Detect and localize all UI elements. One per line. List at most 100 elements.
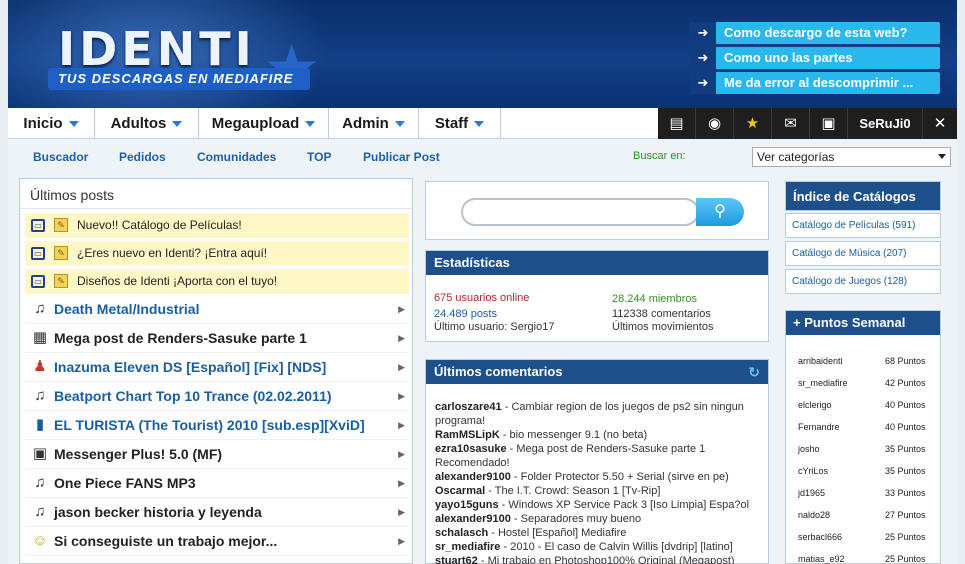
sub-link-pedidos[interactable]: Pedidos xyxy=(119,150,166,164)
comment-item[interactable]: schalasch - Hostel [Español] Mediafire xyxy=(435,526,765,540)
nav-label: Inicio xyxy=(23,115,63,132)
rank-row[interactable]: jd1965 33 Puntos xyxy=(798,488,928,502)
star-icon[interactable]: ★ xyxy=(734,108,772,139)
rank-row[interactable]: sr_mediafire 42 Puntos xyxy=(798,378,928,392)
stats-last-user[interactable]: Último usuario: Sergio17 xyxy=(434,320,554,334)
rank-user: sr_mediafire xyxy=(798,378,848,388)
comment-user: carloszare41 xyxy=(435,401,502,413)
sticky-post[interactable]: ▭ ✎ ¿Eres nuevo en Identi? ¡Entra aquí! xyxy=(25,241,409,266)
rank-row[interactable]: elclerigo 40 Puntos xyxy=(798,400,928,414)
comment-item[interactable]: stuart62 - Mi trabajo en Photoshop100% O… xyxy=(435,554,765,564)
nav-item-megaupload[interactable]: Megaupload xyxy=(199,108,329,139)
stats-title: Estadísticas xyxy=(426,251,768,275)
floppy-icon: ▣ xyxy=(32,445,48,462)
nav-item-admin[interactable]: Admin xyxy=(329,108,419,139)
folder-icon: ✎ xyxy=(54,246,68,260)
nav-item-inicio[interactable]: Inicio xyxy=(8,108,95,139)
search-input[interactable] xyxy=(461,198,699,226)
clipboard-icon[interactable]: ▤ xyxy=(658,108,696,139)
image-icon: ▦ xyxy=(32,329,48,346)
comments-panel: Últimos comentarios ↻ carloszare41 - Camb… xyxy=(425,359,769,564)
comment-item[interactable]: alexander9100 - Separadores muy bueno xyxy=(435,512,765,526)
comment-user: alexander9100 xyxy=(435,471,511,483)
nav-item-staff[interactable]: Staff xyxy=(419,108,501,139)
rank-row[interactable]: cYriLos 35 Puntos xyxy=(798,466,928,480)
help-link-decompress-error[interactable]: ➜ Me da error al descomprimir ... xyxy=(690,72,940,94)
post-item[interactable]: ▮ EL TURISTA (The Tourist) 2010 [sub.esp]… xyxy=(25,411,409,440)
mail-icon[interactable]: ✉ xyxy=(772,108,810,139)
rank-row[interactable]: arribaidenti 68 Puntos xyxy=(798,356,928,370)
eye-icon[interactable]: ◉ xyxy=(696,108,734,139)
select-value: Ver categorías xyxy=(757,150,835,164)
user-toolbar: ▤ ◉ ★ ✉ ▣ SeRuJi0 ✕ xyxy=(658,108,957,139)
comment-item[interactable]: RamMSLipK - bio messenger 9.1 (no beta) xyxy=(435,428,765,442)
comment-text: - Separadores muy bueno xyxy=(510,513,642,525)
chevron-down-icon xyxy=(474,121,485,128)
rank-points: 68 Puntos xyxy=(885,356,926,366)
rank-row[interactable]: matias_e92 25 Puntos xyxy=(798,554,928,564)
comment-text: - Mi trabajo en Photoshop100% Original (… xyxy=(477,555,735,564)
chevron-down-icon xyxy=(305,121,316,128)
help-link-join-parts[interactable]: ➜Como uno las partes descargadas? xyxy=(690,47,940,87)
comment-user: Oscarmal xyxy=(435,485,486,497)
sub-nav: Buscador Pedidos Comunidades TOP Publica… xyxy=(8,140,957,173)
chevron-right-icon: ▶ xyxy=(398,333,405,343)
user-name[interactable]: SeRuJi0 xyxy=(848,108,923,139)
catalog-link-games[interactable]: Catálogo de Juegos (128) xyxy=(785,269,941,294)
post-item[interactable]: ♫ One Piece FANS MP3 ▶ xyxy=(25,469,409,498)
chevron-right-icon: ▶ xyxy=(398,420,405,430)
music-note-icon: ♫ xyxy=(34,387,46,404)
rank-row[interactable]: naldo28 27 Puntos xyxy=(798,510,928,524)
search-button[interactable]: ⚲ xyxy=(696,198,744,226)
comment-item[interactable]: Oscarmal - The I.T. Crowd: Season 1 [Tv-… xyxy=(435,484,765,498)
nav-label: Megaupload xyxy=(211,115,300,132)
post-item[interactable]: ♫ Death Metal/Industrial ▶ xyxy=(25,295,409,324)
sticky-post[interactable]: ▭ ✎ Diseños de Identi ¡Aporta con el tuyo! xyxy=(25,269,409,294)
sub-link-comunidades[interactable]: Comunidades xyxy=(197,150,276,164)
post-item[interactable]: ♫ Beatport Chart Top 10 Trance (02.02.201… xyxy=(25,382,409,411)
close-icon[interactable]: ✕ xyxy=(923,108,957,139)
post-item[interactable]: ♫ jason becker historia y leyenda ▶ xyxy=(25,498,409,527)
monitor-icon[interactable]: ▣ xyxy=(810,108,848,139)
category-select[interactable]: Ver categorías xyxy=(752,147,951,167)
latest-posts-panel: Últimos posts ▭ ✎ Nuevo!! Catálogo de Pelí… xyxy=(19,178,413,564)
rank-user: serbacl666 xyxy=(798,532,843,542)
catalog-link-movies[interactable]: Catálogo de Películas (591) xyxy=(785,213,941,238)
sub-link-publicar[interactable]: Publicar Post xyxy=(363,150,440,164)
post-item[interactable]: ▦ Mega post de Renders-Sasuke parte 1 ▶ xyxy=(25,324,409,353)
sub-link-top[interactable]: TOP xyxy=(307,150,331,164)
film-icon: ▮ xyxy=(35,416,45,433)
post-item[interactable]: ☺ Si conseguiste un trabajo mejor... ▶ xyxy=(25,527,409,556)
stats-members: 28.244 miembros xyxy=(612,293,697,305)
music-note-icon: ♫ xyxy=(34,503,46,520)
rank-row[interactable]: serbacl666 25 Puntos xyxy=(798,532,928,546)
rank-points: 42 Puntos xyxy=(885,378,926,388)
catalog-index-title: Índice de Catálogos xyxy=(786,182,940,210)
rank-user: elclerigo xyxy=(798,400,832,410)
catalog-link-music[interactable]: Catálogo de Música (207) xyxy=(785,241,941,266)
comment-user: ezra10sasuke xyxy=(435,443,507,455)
rank-user: naldo28 xyxy=(798,510,831,520)
comment-item[interactable]: carloszare41 - Cambiar region de los jue… xyxy=(435,400,765,428)
post-item[interactable]: ▣ Messenger Plus! 5.0 (MF) ▶ xyxy=(25,440,409,469)
comment-item[interactable]: yayo15guns - Windows XP Service Pack 3 [… xyxy=(435,498,765,512)
arrow-right-icon: ➜ xyxy=(690,47,716,69)
post-title: One Piece FANS MP3 xyxy=(54,475,196,491)
help-link-download[interactable]: ➜ Como descargo de esta web? xyxy=(690,22,940,44)
chevron-down-icon xyxy=(394,121,405,128)
post-title: jason becker historia y leyenda xyxy=(54,504,262,520)
sub-link-buscador[interactable]: Buscador xyxy=(33,150,88,164)
refresh-icon[interactable]: ↻ xyxy=(748,360,760,384)
nav-label: Staff xyxy=(434,115,469,132)
comment-item[interactable]: ezra10sasuke - Mega post de Renders-Sasu… xyxy=(435,442,765,470)
nav-item-adultos[interactable]: Adultos xyxy=(95,108,199,139)
sticky-post[interactable]: ▭ ✎ Nuevo!! Catálogo de Películas! xyxy=(25,213,409,238)
rank-row[interactable]: Fernandre 40 Puntos xyxy=(798,422,928,436)
nav-label: Adultos xyxy=(110,115,167,132)
rank-row[interactable]: josho 35 Puntos xyxy=(798,444,928,458)
comment-item[interactable]: sr_mediafire - 2010 - El caso de Calvin … xyxy=(435,540,765,554)
help-link-label: Me da error al descomprimir ... xyxy=(724,75,914,90)
stats-last-moves[interactable]: Últimos movimientos xyxy=(612,320,713,334)
comment-item[interactable]: alexander9100 - Folder Protector 5.50 + … xyxy=(435,470,765,484)
post-item[interactable]: ♟ Inazuma Eleven DS [Español] [Fix] [NDS]… xyxy=(25,353,409,382)
